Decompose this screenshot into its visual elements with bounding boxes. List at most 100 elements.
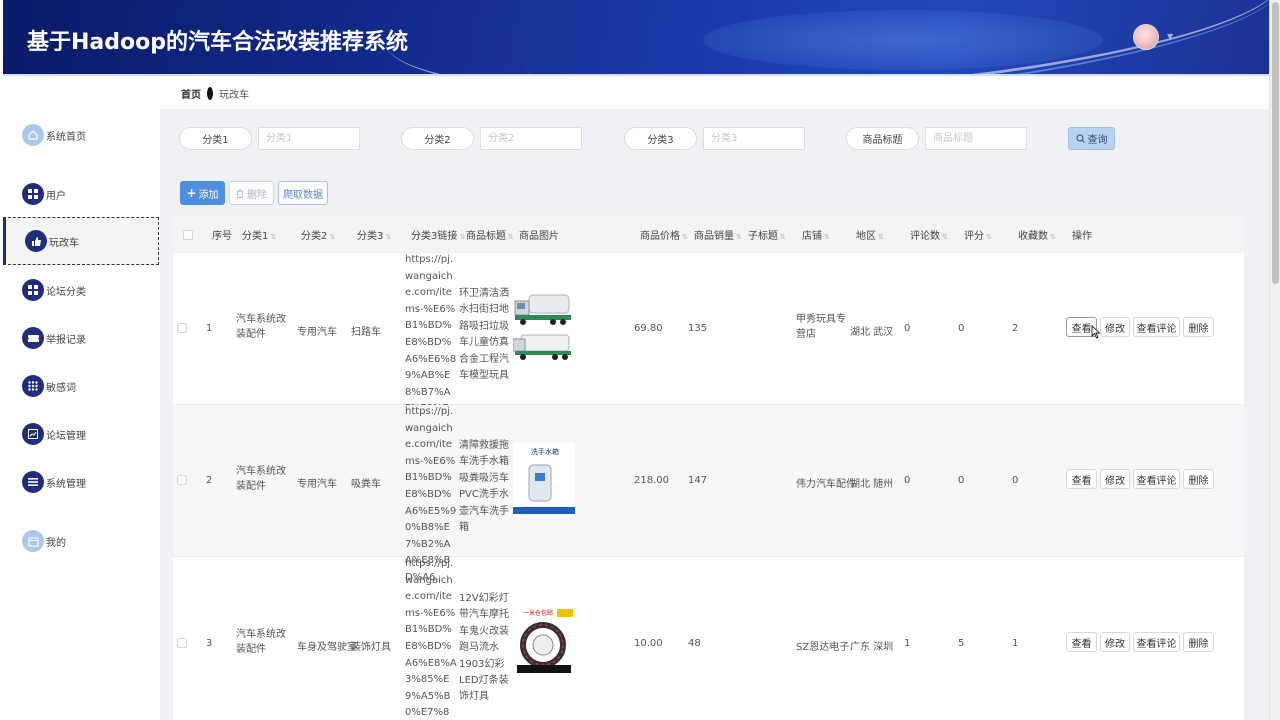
caret-down-icon[interactable]: ▼ (1167, 32, 1173, 41)
cell-rating: 0 (958, 475, 965, 486)
query-button[interactable]: 查询 (1068, 127, 1115, 150)
sort-icon: ⇅ (329, 233, 336, 241)
data-table: 序号 分类1 ⇅ 分类2 ⇅ 分类3 ⇅ 分类3链接 ⇅ 商品标题 ⇅ 商品图片 商品价格… (173, 215, 1244, 720)
filter-cat1-input[interactable] (258, 127, 360, 150)
cell-index: 1 (206, 323, 213, 334)
sidebar-item-forum-categories[interactable]: 论坛分类 (3, 266, 159, 314)
header-cat3[interactable]: 分类3 ⇅ (357, 227, 391, 242)
trash-icon (237, 189, 243, 198)
cell-region: 广东 深圳 (850, 642, 894, 653)
row-checkbox[interactable] (177, 638, 187, 648)
header-subtitle[interactable]: 子标题 ⇅ (748, 227, 786, 242)
edit-button[interactable]: 修改 (1100, 317, 1130, 337)
sidebar-item-mine[interactable]: 我的 (3, 517, 159, 565)
sidebar-item-label: 论坛分类 (46, 286, 86, 298)
breadcrumb-home[interactable]: 首页 (181, 86, 201, 101)
edit-button[interactable]: 修改 (1100, 632, 1130, 652)
header-cat3-link[interactable]: 分类3链接 ⇅ (411, 227, 465, 242)
crawl-data-button[interactable]: 爬取数据 (278, 181, 328, 205)
cell-cat3: 吸粪车 (351, 479, 381, 490)
cell-comments: 0 (904, 475, 911, 486)
row-checkbox[interactable] (177, 323, 187, 333)
delete-row-button[interactable]: 删除 (1183, 469, 1214, 489)
view-button[interactable]: 查看 (1066, 469, 1097, 489)
sort-icon: ⇅ (459, 233, 466, 241)
sidebar-item-label: 举报记录 (46, 334, 86, 346)
sidebar-item-label: 玩改车 (49, 237, 79, 249)
view-comments-button[interactable]: 查看评论 (1133, 469, 1180, 489)
mouse-cursor-icon (1091, 325, 1101, 339)
dots-grid-icon (22, 375, 44, 397)
table-row: 1 汽车系统改装配件 专用汽车 扫路车 https://pj.wangaiche… (173, 253, 1244, 431)
sidebar-item-modcars[interactable]: 玩改车 (3, 217, 159, 265)
select-all-checkbox[interactable] (183, 230, 193, 240)
cell-cat1: 汽车系统改装配件 (236, 629, 286, 655)
cell-sales: 135 (688, 323, 708, 334)
header-shop[interactable]: 店铺 ⇅ (802, 227, 830, 242)
header-favorites[interactable]: 收藏数 ⇅ (1018, 227, 1056, 242)
filter-cat2-input[interactable] (480, 127, 582, 150)
header-rating[interactable]: 评分 ⇅ (964, 227, 992, 242)
product-image[interactable]: 洗手水箱 (513, 443, 575, 517)
cell-shop: SZ恩达电子 (796, 642, 850, 653)
sort-icon: ⇅ (824, 233, 830, 241)
cell-region: 湖北 随州 (850, 479, 894, 490)
filter-label-cat3: 分类3 (624, 127, 697, 150)
add-button[interactable]: + 添加 (180, 181, 225, 205)
breadcrumb-separator-icon (207, 86, 213, 100)
cell-cat1: 汽车系统改装配件 (236, 466, 286, 492)
cell-rating: 5 (958, 638, 965, 649)
cell-shop: 甲秀玩具专营店 (796, 314, 846, 340)
main-content: 分类1 分类2 分类3 商品标题 查询 + 添加 删除 爬取数据 序号 分类1⇅… (160, 109, 1269, 720)
home-icon (22, 124, 44, 146)
header-comments[interactable]: 评论数 ⇅ (910, 227, 948, 242)
product-image[interactable] (512, 291, 575, 365)
cell-sales: 48 (688, 638, 701, 649)
header-price[interactable]: 商品价格 ⇅ (640, 227, 688, 242)
filter-label-cat1: 分类1 (179, 127, 252, 150)
sidebar-item-reports[interactable]: 举报记录 (3, 314, 159, 362)
delete-row-button[interactable]: 删除 (1183, 632, 1214, 652)
header-region[interactable]: 地区 ⇅ (856, 227, 884, 242)
sidebar-item-sensitive-words[interactable]: 敏感词 (3, 362, 159, 410)
grid-icon (22, 183, 44, 205)
delete-row-button[interactable]: 删除 (1183, 317, 1214, 337)
filter-title-input[interactable] (925, 127, 1027, 150)
sidebar-item-home[interactable]: 系统首页 (3, 111, 159, 159)
cell-shop: 伟力汽车配件 (796, 479, 856, 490)
delete-button[interactable]: 删除 (229, 181, 274, 205)
cell-url[interactable]: https://pj.wangaiche.com/items-%E6%B1%BD… (405, 556, 457, 720)
page-scrollbar[interactable] (1269, 0, 1280, 720)
sidebar-item-forum-management[interactable]: 论坛管理 (3, 410, 159, 458)
sidebar-item-label: 系统管理 (46, 478, 86, 490)
cell-title: 清障救援拖车洗手水箱吸粪吸污车PVC洗手水壶汽车洗手箱 (459, 440, 509, 534)
sidebar-item-users[interactable]: 用户 (3, 170, 159, 218)
sidebar-item-system-management[interactable]: 系统管理 (3, 458, 159, 506)
image-caption: 一米仓包邮 (523, 610, 554, 617)
top-header: 基于Hadoop的汽车合法改装推荐系统 ▼ (3, 0, 1269, 74)
view-button[interactable]: 查看 (1066, 632, 1097, 652)
cell-cat3: 装饰灯具 (351, 642, 391, 653)
filter-label-title: 商品标题 (846, 127, 919, 150)
view-comments-button[interactable]: 查看评论 (1133, 632, 1180, 652)
edit-button[interactable]: 修改 (1100, 469, 1130, 489)
header-cat1[interactable]: 分类1 ⇅ (242, 227, 276, 242)
row-checkbox[interactable] (177, 475, 187, 485)
user-avatar[interactable] (1133, 24, 1159, 50)
sidebar: 系统首页 用户 玩改车 论坛分类 举报记录 敏感词 论坛管理 系统管理 我的 (3, 76, 160, 720)
scrollbar-thumb[interactable] (1272, 2, 1279, 284)
sort-icon: ⇅ (942, 233, 948, 241)
sidebar-item-label: 用户 (46, 190, 66, 202)
view-comments-button[interactable]: 查看评论 (1133, 317, 1180, 337)
add-label: 添加 (198, 189, 219, 201)
header-cat2[interactable]: 分类2 ⇅ (301, 227, 335, 242)
cell-comments: 1 (904, 638, 911, 649)
header-sales[interactable]: 商品销量 ⇅ (694, 227, 742, 242)
cell-favorites: 2 (1012, 323, 1019, 334)
cell-price: 218.00 (634, 475, 669, 486)
sort-icon: ⇅ (1050, 233, 1056, 241)
header-title[interactable]: 商品标题 ⇅ (466, 227, 514, 242)
filter-cat3-input[interactable] (703, 127, 805, 150)
product-image[interactable]: 一米仓包邮 (513, 605, 575, 675)
cell-price: 10.00 (634, 638, 663, 649)
